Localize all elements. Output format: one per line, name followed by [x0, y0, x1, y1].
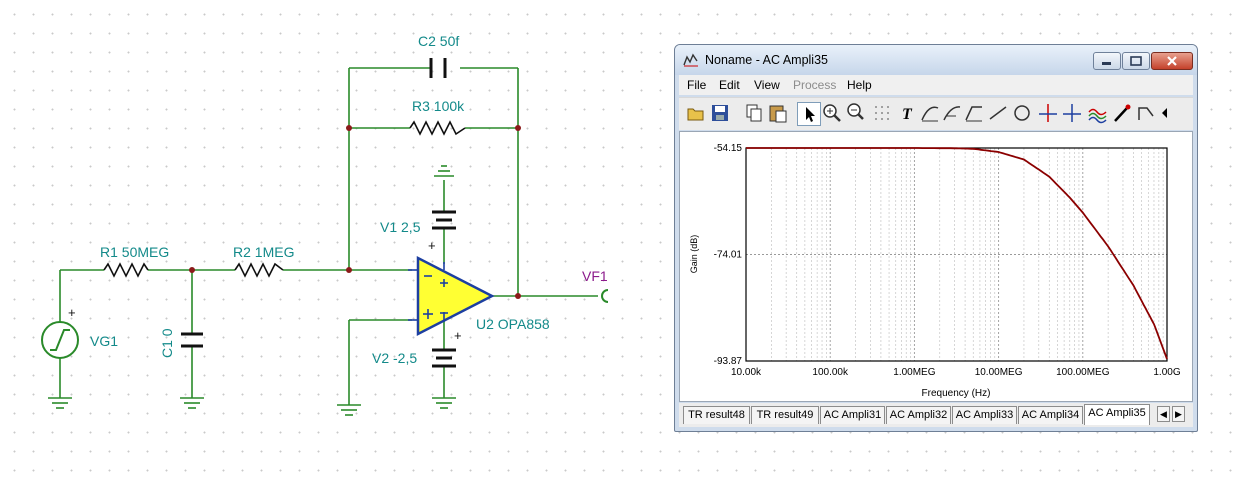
grid-icon[interactable]	[871, 102, 893, 124]
menu-edit[interactable]: Edit	[719, 78, 740, 92]
vf1-label: VF1	[582, 268, 608, 284]
cursor-b-icon[interactable]	[1061, 102, 1083, 124]
curve-a-icon[interactable]	[919, 102, 941, 124]
app-icon	[683, 53, 698, 67]
minimize-button[interactable]	[1093, 52, 1121, 70]
open-icon[interactable]	[685, 102, 707, 124]
maximize-icon	[1130, 56, 1142, 66]
maximize-button[interactable]	[1122, 52, 1150, 70]
voltage-probe-icon[interactable]	[601, 289, 609, 303]
vg1-label: VG1	[90, 333, 118, 349]
menu-view[interactable]: View	[754, 78, 780, 92]
svg-text:+: +	[68, 305, 76, 320]
ac-analysis-window[interactable]: Noname - AC Ampli35 File Edit View Proce…	[674, 44, 1198, 432]
close-icon	[1167, 56, 1177, 66]
step-icon[interactable]	[1135, 102, 1157, 124]
tab-ac-ampli32[interactable]: AC Ampli32	[886, 406, 951, 424]
r1-label: R1 50MEG	[100, 244, 169, 260]
chevron-right-icon: ▶	[1175, 409, 1182, 419]
tab-ac-ampli33[interactable]: AC Ampli33	[952, 406, 1017, 424]
y-axis-label: Gain (dB)	[689, 235, 699, 274]
u2-label: U2 OPA858	[476, 316, 550, 332]
svg-text:T: T	[902, 106, 913, 123]
zoom-in-icon[interactable]	[821, 102, 843, 124]
tab-scroll-left-button[interactable]: ◀	[1157, 406, 1170, 422]
cursor-a-icon[interactable]	[1037, 102, 1059, 124]
gain-chart[interactable]: 10.00k 100.00k 1.00MEG 10.00MEG 100.00MEG 1.0…	[680, 132, 1194, 401]
v2-label: V2 -2,5	[372, 350, 417, 366]
paste-icon[interactable]	[767, 102, 789, 124]
zoom-out-icon[interactable]	[845, 102, 867, 124]
svg-text:+: +	[454, 328, 462, 343]
y-tick-label: -54.15	[714, 143, 743, 154]
v1-label: V1 2,5	[380, 219, 421, 235]
menu-bar: File Edit View Process Help	[679, 75, 1193, 95]
x-axis-label: Frequency (Hz)	[922, 388, 991, 399]
x-tick-label: 10.00k	[731, 367, 762, 378]
tab-ac-ampli35[interactable]: AC Ampli35	[1084, 404, 1150, 425]
window-titlebar[interactable]: Noname - AC Ampli35	[675, 45, 1197, 75]
probe-icon[interactable]	[1111, 102, 1133, 124]
pointer-icon[interactable]	[797, 102, 821, 126]
text-icon[interactable]: T	[897, 102, 919, 124]
toolbar-scroll-icon[interactable]	[1159, 102, 1171, 124]
toolbar: T	[679, 97, 1193, 130]
tab-scroll-right-button[interactable]: ▶	[1172, 406, 1185, 422]
x-tick-label: 100.00k	[812, 367, 849, 378]
window-title: Noname - AC Ampli35	[705, 53, 828, 67]
curve-b-icon[interactable]	[941, 102, 963, 124]
chevron-left-icon: ◀	[1160, 409, 1167, 419]
save-icon[interactable]	[709, 102, 731, 124]
schematic-canvas[interactable]: + + + C2 50f R3 100k V1 2,5 R1 50MEG R2 …	[0, 0, 660, 478]
x-tick-label: 1.00G	[1153, 367, 1180, 378]
waves-icon[interactable]	[1087, 102, 1109, 124]
menu-process[interactable]: Process	[793, 78, 836, 92]
tab-tr-result49[interactable]: TR result49	[751, 406, 819, 424]
r2-label: R2 1MEG	[233, 244, 294, 260]
chart-grid	[745, 148, 1167, 361]
tab-ac-ampli31[interactable]: AC Ampli31	[820, 406, 885, 424]
tab-tr-result48[interactable]: TR result48	[683, 406, 750, 424]
circle-icon[interactable]	[1011, 102, 1033, 124]
close-button[interactable]	[1151, 52, 1193, 70]
x-tick-label: 1.00MEG	[893, 367, 935, 378]
svg-text:+: +	[428, 238, 436, 253]
tab-ac-ampli34[interactable]: AC Ampli34	[1018, 406, 1083, 424]
menu-help[interactable]: Help	[847, 78, 872, 92]
c2-label: C2 50f	[418, 33, 459, 49]
x-tick-label: 100.00MEG	[1056, 367, 1110, 378]
gain-series-line	[746, 147, 1168, 360]
minimize-icon	[1102, 62, 1111, 65]
y-tick-label: -74.01	[714, 250, 743, 261]
y-tick-label: -93.87	[714, 356, 743, 367]
tab-bar: TR result48 TR result49 AC Ampli31 AC Am…	[679, 403, 1193, 427]
x-tick-label: 10.00MEG	[975, 367, 1023, 378]
r3-label: R3 100k	[412, 98, 465, 114]
c1-label: C1 0	[159, 328, 175, 358]
menu-file[interactable]: File	[687, 78, 706, 92]
copy-icon[interactable]	[743, 102, 765, 124]
curve-c-icon[interactable]	[963, 102, 985, 124]
plot-area[interactable]: 10.00k 100.00k 1.00MEG 10.00MEG 100.00MEG 1.0…	[679, 131, 1193, 402]
line-icon[interactable]	[987, 102, 1009, 124]
